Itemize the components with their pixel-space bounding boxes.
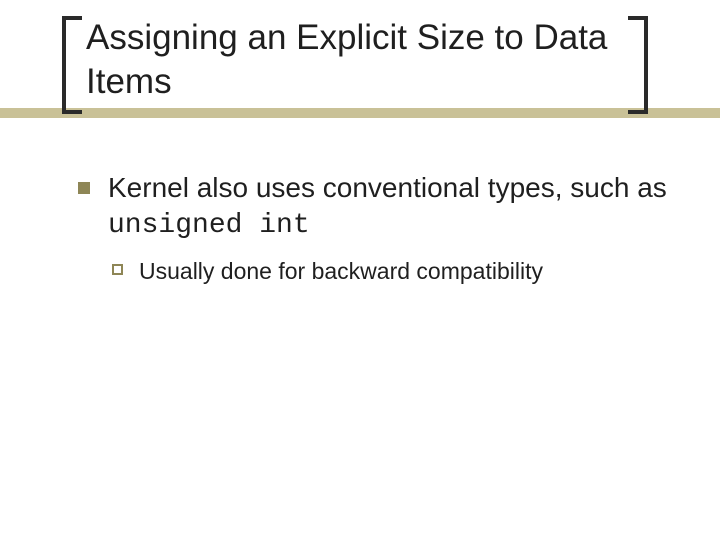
bullet-level1-text: Kernel also uses conventional types, suc… <box>108 170 672 243</box>
square-bullet-icon <box>78 182 90 194</box>
accent-bar <box>0 108 720 118</box>
hollow-square-bullet-icon <box>112 264 123 275</box>
slide-title: Assigning an Explicit Size to Data Items <box>86 16 620 104</box>
bullet-level1-code: unsigned int <box>108 210 310 241</box>
slide: Assigning an Explicit Size to Data Items… <box>0 0 720 540</box>
bullet-level1-pretext: Kernel also uses conventional types, suc… <box>108 172 667 203</box>
title-bracket-right-icon <box>628 16 648 114</box>
title-bracket-left-icon <box>62 16 82 114</box>
bullet-level1: Kernel also uses conventional types, suc… <box>78 170 672 243</box>
slide-body: Kernel also uses conventional types, suc… <box>78 170 672 287</box>
bullet-level2-text: Usually done for backward compatibility <box>139 257 543 287</box>
bullet-level2: Usually done for backward compatibility <box>112 257 672 287</box>
